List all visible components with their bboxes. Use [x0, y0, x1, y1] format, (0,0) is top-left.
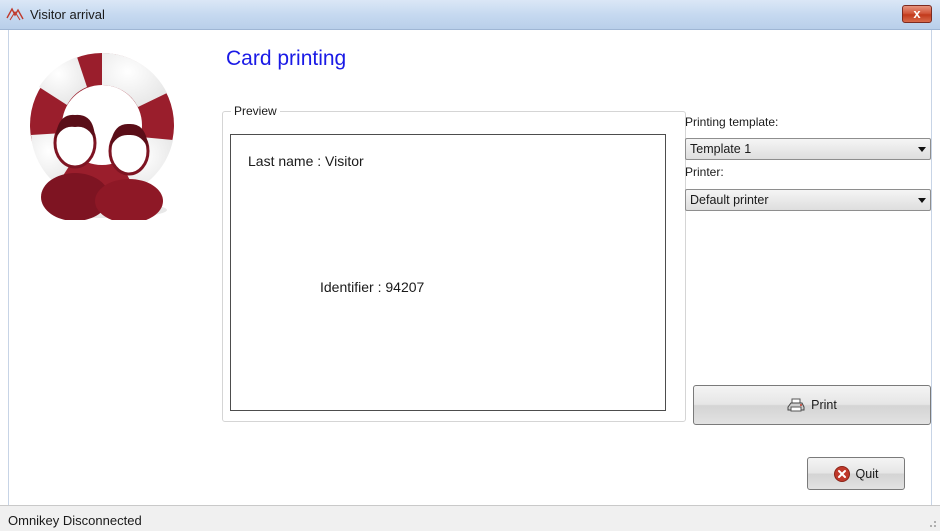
card-preview: Last name : Visitor Identifier : 94207: [230, 134, 666, 411]
chevron-down-icon: [918, 198, 926, 203]
preview-identifier: Identifier : 94207: [320, 279, 425, 295]
page-title: Card printing: [226, 47, 347, 70]
status-bar: Omnikey Disconnected: [0, 505, 940, 531]
window-title: Visitor arrival: [30, 7, 105, 22]
quit-icon: [833, 465, 850, 482]
quit-button-label: Quit: [855, 466, 879, 481]
printer-icon: [787, 398, 805, 412]
printer-label: Printer:: [685, 165, 724, 179]
print-button[interactable]: Print: [693, 385, 931, 425]
preview-group: Preview Last name : Visitor Identifier :…: [222, 104, 686, 422]
window-app-icon: [6, 7, 24, 21]
status-text: Omnikey Disconnected: [8, 513, 142, 528]
quit-button[interactable]: Quit: [807, 457, 905, 490]
title-bar: Visitor arrival x: [0, 0, 940, 30]
close-button[interactable]: x: [902, 5, 932, 23]
resize-grip-icon[interactable]: [927, 518, 937, 528]
printing-template-value: Template 1: [690, 142, 752, 156]
visitor-logo-icon: [30, 52, 174, 220]
chevron-down-icon: [918, 147, 926, 152]
close-icon: x: [913, 6, 921, 21]
dialog-body: Card printing Preview Last name : Visito…: [8, 30, 932, 505]
print-button-label: Print: [811, 398, 837, 412]
preview-last-name: Last name : Visitor: [248, 153, 364, 169]
printer-select[interactable]: Default printer: [685, 189, 931, 211]
printing-template-label: Printing template:: [685, 115, 779, 129]
printing-template-select[interactable]: Template 1: [685, 138, 931, 160]
printer-value: Default printer: [690, 193, 769, 207]
preview-legend: Preview: [231, 104, 280, 118]
